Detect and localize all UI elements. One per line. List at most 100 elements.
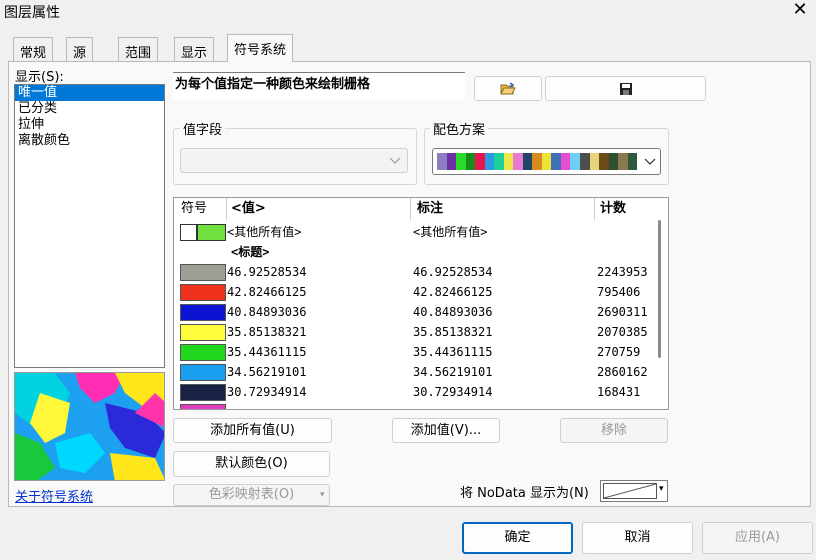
add-all-values-button[interactable]: 添加所有值(U) [173, 418, 332, 443]
value-field-label: 值字段 [180, 119, 226, 138]
table-row[interactable]: 34.56219101 34.56219101 2860162 [174, 362, 654, 382]
partial-row-swatch [180, 404, 226, 409]
row-label: 30.72934914 [413, 385, 493, 399]
header-count[interactable]: 计数 [600, 199, 626, 219]
row-value: 35.44361115 [227, 345, 307, 359]
row-symbol-swatch[interactable] [180, 364, 226, 381]
show-item-classified[interactable]: 已分类 [15, 101, 164, 117]
open-symbology-button[interactable] [474, 76, 542, 101]
color-ramp-stop [618, 153, 628, 170]
heading-row: <标题> [174, 242, 654, 262]
colormap-button-label: 色彩映射表(O) [208, 487, 295, 502]
color-ramp-stop [465, 153, 476, 170]
save-icon [619, 83, 632, 95]
save-symbology-button[interactable] [545, 76, 706, 101]
table-row[interactable]: 30.72934914 30.72934914 168431 [174, 382, 654, 402]
tab-source[interactable]: 源 [66, 37, 94, 61]
show-label: 显示(S): [15, 70, 64, 85]
row-value: 35.85138321 [227, 325, 307, 339]
value-field-dropdown[interactable] [180, 148, 408, 173]
symbology-preview-image [14, 372, 165, 481]
tab-extent[interactable]: 范围 [118, 37, 159, 61]
color-ramp-stop [608, 153, 619, 170]
row-count: 2690311 [597, 305, 648, 319]
other-values-row[interactable]: <其他所有值> <其他所有值> [174, 222, 654, 242]
row-value: 42.82466125 [227, 285, 307, 299]
color-ramp-stop [503, 153, 514, 170]
table-row[interactable]: 35.44361115 35.44361115 270759 [174, 342, 654, 362]
show-item-unique-values[interactable]: 唯一值 [15, 85, 164, 101]
color-ramp-preview [437, 153, 638, 170]
other-values-value: <其他所有值> [227, 225, 302, 239]
caret-down-icon: ▾ [659, 484, 664, 494]
row-symbol-swatch[interactable] [180, 384, 226, 401]
color-ramp-stop [551, 153, 561, 170]
color-ramp-stop [494, 153, 504, 170]
header-value[interactable]: <值> [231, 199, 266, 219]
tab-display[interactable]: 显示 [174, 37, 215, 61]
color-ramp-stop [475, 153, 485, 170]
header-label[interactable]: 标注 [417, 199, 443, 219]
row-count: 2860162 [597, 365, 648, 379]
close-button[interactable]: ✕ [788, 0, 812, 22]
header-symbol[interactable]: 符号 [181, 199, 207, 219]
table-row[interactable]: 42.82466125 42.82466125 795406 [174, 282, 654, 302]
show-item-discrete-color[interactable]: 离散颜色 [15, 133, 164, 149]
table-row[interactable]: 35.85138321 35.85138321 2070385 [174, 322, 654, 342]
row-symbol-swatch[interactable] [180, 344, 226, 361]
table-row[interactable]: 40.84893036 40.84893036 2690311 [174, 302, 654, 322]
grid-scrollbar[interactable] [654, 220, 668, 409]
row-count: 2243953 [597, 265, 648, 279]
table-row[interactable]: 46.92528534 46.92528534 2243953 [174, 262, 654, 282]
row-value: 30.72934914 [227, 385, 307, 399]
color-ramp-stop [560, 153, 571, 170]
caret-down-icon: ▾ [320, 490, 325, 500]
row-symbol-swatch[interactable] [180, 264, 226, 281]
row-label: 40.84893036 [413, 305, 493, 319]
row-value: 46.92528534 [227, 265, 307, 279]
chevron-down-icon [389, 157, 401, 164]
row-symbol-swatch[interactable] [180, 304, 226, 321]
row-label: 46.92528534 [413, 265, 493, 279]
apply-button[interactable]: 应用(A) [702, 522, 813, 554]
add-value-button[interactable]: 添加值(V)... [392, 418, 500, 443]
color-ramp-stop [579, 153, 590, 170]
color-ramp-stop [532, 153, 542, 170]
unique-values-grid: 符号 <值> 标注 计数 <其他所有值> <其他所有值> <标题> 46.925… [173, 197, 669, 410]
other-values-checkbox[interactable] [180, 224, 197, 241]
color-ramp-stop [456, 153, 466, 170]
row-label: 34.56219101 [413, 365, 493, 379]
nodata-color-picker[interactable]: ▾ [600, 480, 668, 502]
row-label: 35.85138321 [413, 325, 493, 339]
color-scheme-label: 配色方案 [430, 119, 489, 138]
colormap-button[interactable]: 色彩映射表(O) ▾ [173, 484, 330, 506]
row-value: 34.56219101 [227, 365, 307, 379]
nodata-label: 将 NoData 显示为(N) [460, 486, 589, 501]
color-ramp-stop [522, 153, 533, 170]
tab-symbology[interactable]: 符号系统 [227, 34, 294, 62]
row-count: 270759 [597, 345, 641, 359]
row-value: 40.84893036 [227, 305, 307, 319]
about-symbology-link[interactable]: 关于符号系统 [15, 486, 93, 505]
row-symbol-swatch[interactable] [180, 284, 226, 301]
default-color-button[interactable]: 默认颜色(O) [173, 451, 330, 477]
tab-general[interactable]: 常规 [13, 37, 54, 61]
color-ramp-stop [627, 153, 638, 170]
ok-button[interactable]: 确定 [462, 522, 573, 554]
renderer-description: 为每个值指定一种颜色来绘制栅格 [173, 72, 465, 100]
show-item-stretched[interactable]: 拉伸 [15, 117, 164, 133]
color-ramp-stop [541, 153, 552, 170]
row-count: 795406 [597, 285, 641, 299]
color-ramp-stop [570, 153, 580, 170]
row-count: 168431 [597, 385, 641, 399]
color-scheme-dropdown[interactable] [432, 148, 661, 175]
color-ramp-stop [446, 153, 457, 170]
row-label: 42.82466125 [413, 285, 493, 299]
remove-button[interactable]: 移除 [560, 418, 668, 443]
title-bar: 图层属性 ✕ [0, 0, 816, 24]
cancel-button[interactable]: 取消 [582, 522, 693, 554]
other-values-swatch[interactable] [197, 224, 226, 241]
grid-scrollbar-thumb[interactable] [658, 220, 661, 358]
row-count: 2070385 [597, 325, 648, 339]
row-symbol-swatch[interactable] [180, 324, 226, 341]
